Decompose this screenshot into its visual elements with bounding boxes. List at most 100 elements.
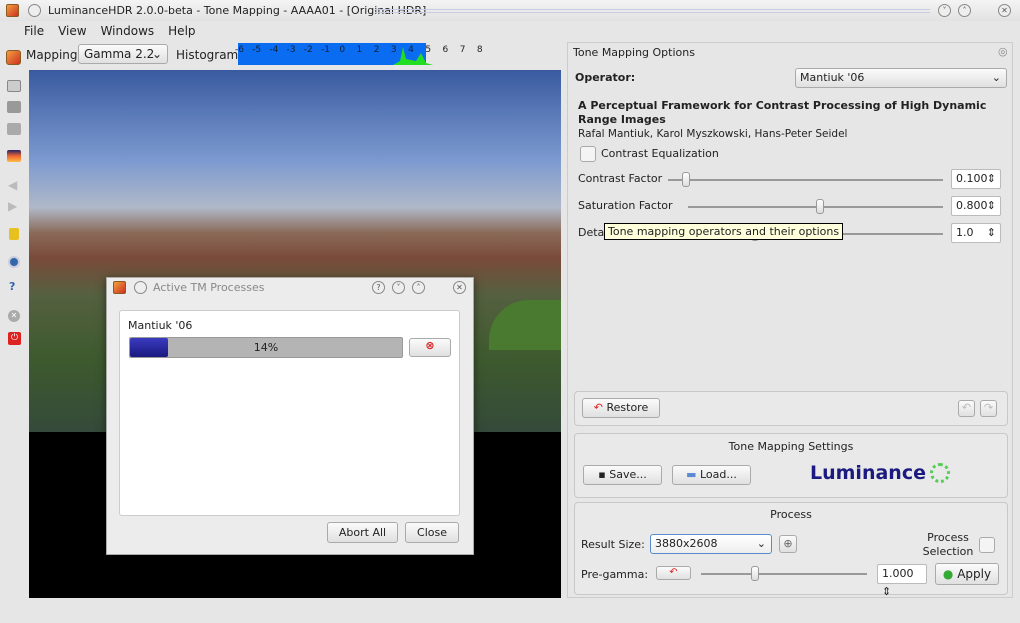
lock-icon[interactable]	[9, 228, 19, 240]
dialog-app-icon	[113, 281, 126, 294]
job-name: Mantiuk '06	[128, 319, 193, 332]
mapping-select[interactable]: Gamma 2.2 ⌄	[78, 44, 168, 64]
close-icon[interactable]: ✕	[8, 310, 20, 322]
mapping-value: Gamma 2.2	[84, 47, 155, 61]
menu-help[interactable]: Help	[168, 24, 195, 38]
param-label: Contrast Factor	[578, 172, 663, 185]
dialog-close-button[interactable]: ✕	[453, 281, 466, 294]
restore-button[interactable]: ↶ Restore	[582, 398, 660, 418]
luminance-logo: Luminance	[810, 462, 926, 484]
window-title: LuminanceHDR 2.0.0-beta - Tone Mapping -…	[48, 4, 427, 17]
mapping-label: Mapping:	[26, 48, 82, 62]
contrast-equalization-checkbox[interactable]	[580, 146, 596, 162]
operator-select[interactable]: Mantiuk '06 ⌄	[795, 68, 1007, 88]
param-value: 0.100	[956, 172, 988, 185]
image-icon[interactable]	[7, 150, 21, 162]
pregamma-spinbox[interactable]: 1.000 ⇕	[877, 564, 927, 598]
param-value: 1.0	[956, 226, 974, 239]
process-list: Mantiuk '06 14% ⊗	[119, 310, 460, 516]
open-icon[interactable]	[7, 80, 21, 92]
cancel-job-button[interactable]: ⊗	[409, 338, 451, 357]
histogram-tick: -1	[321, 45, 330, 55]
pregamma-slider[interactable]	[701, 566, 867, 581]
histogram-tick: -2	[303, 45, 313, 55]
spin-arrows-icon: ⇕	[986, 226, 996, 239]
menu-file[interactable]: File	[24, 24, 44, 38]
contrast-equalization-label: Contrast Equalization	[601, 147, 719, 160]
slider-handle[interactable]	[751, 566, 759, 581]
add-size-button[interactable]: ⊕	[779, 535, 797, 553]
redo-button[interactable]: ↷	[980, 400, 997, 417]
window-menu-button[interactable]	[28, 4, 41, 17]
save-all-icon[interactable]	[7, 123, 21, 135]
floppy-icon: ▪	[598, 468, 606, 481]
dock-float-icon[interactable]: ◎	[998, 45, 1008, 58]
histogram: -6 -5 -4 -3 -2 -1 0 1 2 3 4 5 6 7 8	[235, 43, 483, 65]
dialog-minimize-button[interactable]: ˅	[392, 281, 405, 294]
operator-label: Operator:	[575, 71, 636, 84]
histogram-tick: 3	[390, 45, 397, 55]
histogram-tick: 0	[339, 45, 346, 55]
active-tm-processes-dialog: Active TM Processes ? ˅ ˄ ✕ Mantiuk '06 …	[106, 277, 474, 555]
load-label: Load...	[700, 468, 737, 481]
undo-icon: ↶	[593, 401, 603, 414]
histogram-tick: -6	[235, 45, 244, 55]
histogram-tick: -4	[269, 45, 279, 55]
spin-arrows-icon: ⇕	[986, 199, 996, 212]
param-slider[interactable]	[688, 199, 943, 214]
histogram-tick: -3	[286, 45, 296, 55]
eye-icon[interactable]	[8, 256, 20, 268]
histogram-tick: 7	[459, 45, 466, 55]
dialog-maximize-button[interactable]: ˄	[412, 281, 425, 294]
minimize-button[interactable]: ˅	[938, 4, 951, 17]
process-selection-label: Process Selection	[922, 531, 974, 558]
pregamma-label: Pre-gamma:	[581, 568, 649, 581]
apply-label: Apply	[957, 567, 992, 581]
quit-icon[interactable]: ⏻	[8, 332, 21, 345]
chevron-down-icon: ⌄	[756, 537, 766, 550]
back-icon[interactable]: ◀	[8, 178, 17, 192]
menu-windows[interactable]: Windows	[101, 24, 155, 38]
slider-handle[interactable]	[681, 172, 690, 187]
check-icon: ●	[942, 567, 954, 581]
dock-title: Tone Mapping Options	[573, 46, 695, 59]
load-settings-button[interactable]: ▬ Load...	[672, 465, 751, 485]
restore-group: ↶ Restore ↶ ↷	[574, 391, 1008, 426]
left-toolbar: ◀ ▶ ? ✕ ⏻	[0, 68, 27, 598]
pregamma-value: 1.000	[882, 567, 914, 580]
process-selection-checkbox[interactable]	[979, 537, 995, 553]
param-spinbox[interactable]: 0.100 ⇕	[951, 169, 1001, 189]
dialog-close-btn[interactable]: Close	[405, 522, 459, 543]
dialog-menu-button[interactable]	[134, 281, 147, 294]
forward-icon[interactable]: ▶	[8, 199, 17, 213]
result-size-label: Result Size:	[581, 538, 645, 551]
save-settings-button[interactable]: ▪ Save...	[583, 465, 662, 485]
tonemap-icon[interactable]	[6, 50, 21, 65]
slider-handle[interactable]	[815, 199, 824, 214]
result-size-select[interactable]: 3880x2608 ⌄	[650, 534, 772, 554]
title-bar: LuminanceHDR 2.0.0-beta - Tone Mapping -…	[0, 0, 1020, 21]
param-spinbox[interactable]: 0.800 ⇕	[951, 196, 1001, 216]
logo-spinner-icon	[930, 463, 950, 483]
menu-view[interactable]: View	[58, 24, 86, 38]
result-size-value: 3880x2608	[655, 537, 718, 550]
app-icon	[6, 4, 19, 17]
maximize-button[interactable]: ˄	[958, 4, 971, 17]
authors: Rafal Mantiuk, Karol Myszkowski, Hans-Pe…	[578, 128, 848, 140]
process-group: Process Result Size: 3880x2608 ⌄ ⊕ Proces…	[574, 502, 1008, 598]
undo-button[interactable]: ↶	[958, 400, 975, 417]
close-window-button[interactable]: ✕	[998, 4, 1011, 17]
save-icon[interactable]	[7, 101, 21, 113]
job-progress-bar: 14%	[129, 337, 403, 358]
tooltip: Tone mapping operators and their options	[604, 223, 844, 240]
apply-button[interactable]: ● Apply	[935, 563, 999, 585]
chevron-down-icon: ⌄	[151, 47, 162, 61]
help-icon[interactable]: ?	[9, 280, 15, 293]
dialog-help-button[interactable]: ?	[372, 281, 385, 294]
pregamma-reset-button[interactable]: ↶	[656, 566, 691, 580]
histogram-tick: -5	[252, 45, 262, 55]
abort-all-button[interactable]: Abort All	[327, 522, 398, 543]
param-slider[interactable]	[668, 172, 943, 187]
param-value: 0.800	[956, 199, 988, 212]
param-spinbox[interactable]: 1.0 ⇕	[951, 223, 1001, 243]
